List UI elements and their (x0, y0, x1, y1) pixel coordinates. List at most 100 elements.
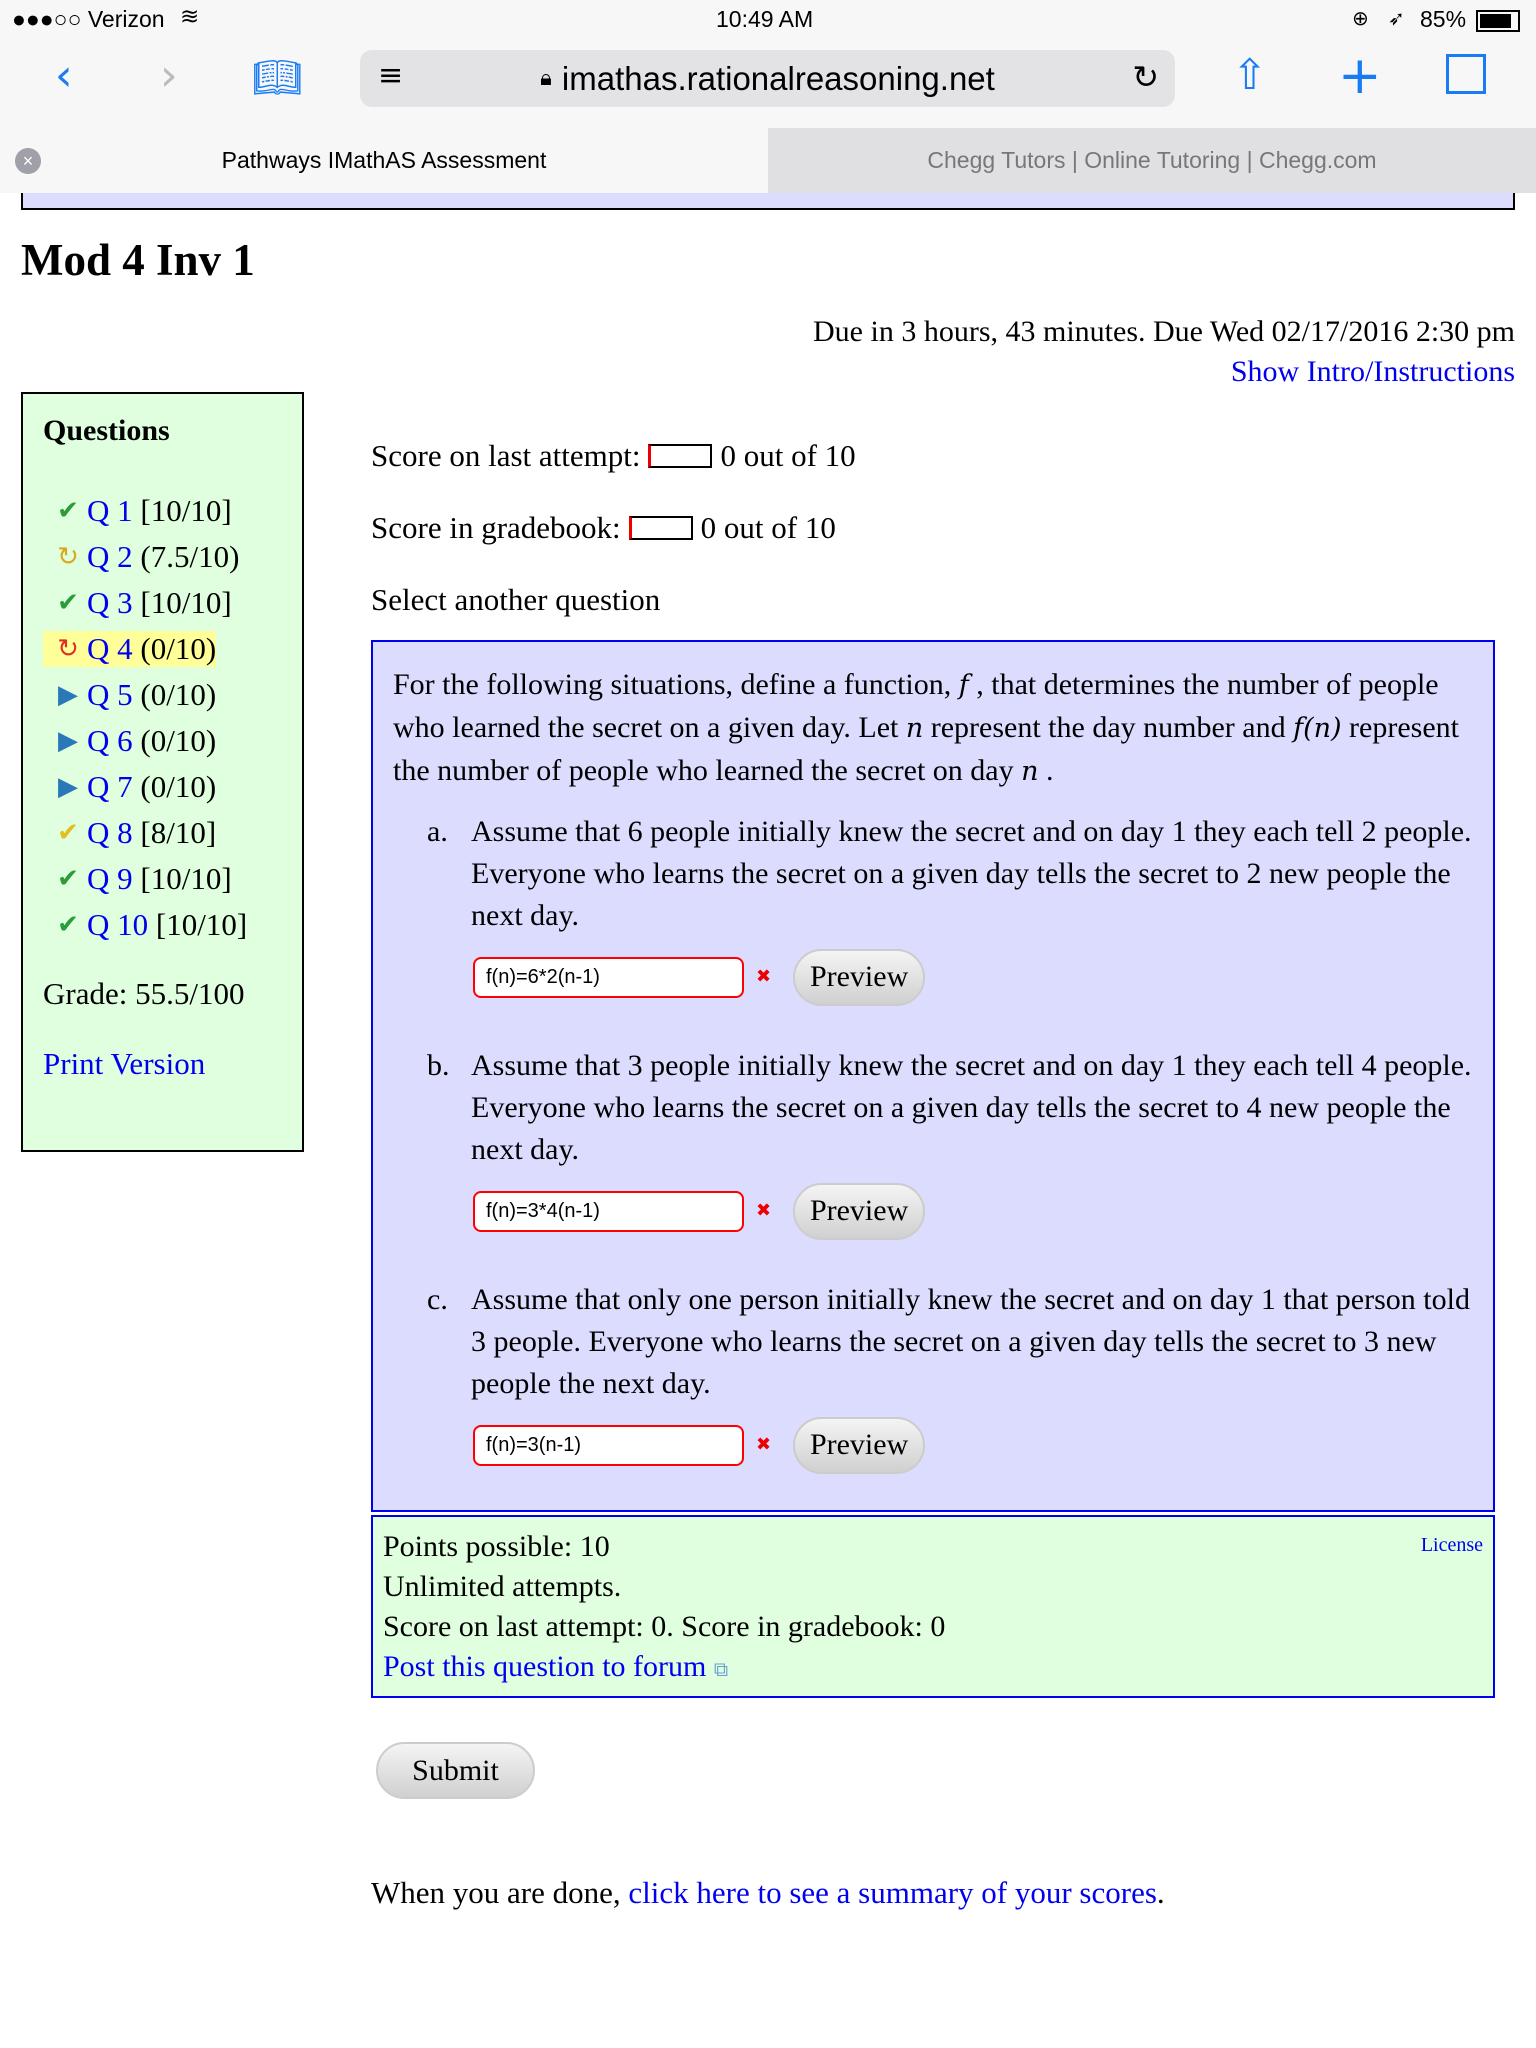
unattempted-icon: ▶ (58, 680, 78, 710)
preview-button[interactable]: Preview (793, 1416, 926, 1474)
check-icon: ✔ (57, 588, 79, 618)
last-attempt-row: Score on last attempt: 0 out of 10 (371, 420, 856, 492)
question-nav-item[interactable]: ✔ Q 8 [8/10] (43, 810, 282, 856)
header-banner (21, 193, 1515, 210)
answer-input[interactable]: f(n)=3(n-1) (473, 1424, 744, 1466)
external-link-icon: ⧉ (713, 1657, 729, 1681)
preview-button[interactable]: Preview (793, 948, 926, 1006)
part-text: Assume that only one person initially kn… (471, 1283, 1470, 1400)
battery-icon (1476, 10, 1520, 32)
license-link[interactable]: License (1421, 1525, 1483, 1565)
points-possible: Points possible: 10 (383, 1530, 610, 1563)
unattempted-icon: ▶ (58, 772, 78, 802)
question-nav-item[interactable]: ▶ Q 5 (0/10) (43, 672, 282, 718)
tab-pathways[interactable]: × Pathways IMathAS Assessment (0, 128, 768, 193)
unattempted-icon: ▶ (58, 726, 78, 756)
due-info: Due in 3 hours, 43 minutes. Due Wed 02/1… (813, 312, 1515, 392)
scores: Score on last attempt: 0. Score in grade… (383, 1610, 946, 1643)
question-link[interactable]: Q 7 (87, 769, 133, 805)
value: 0 out of 10 (720, 438, 856, 473)
question-nav-item[interactable]: ✔ Q 10 [10/10] (43, 902, 282, 948)
question-score: (0/10) (140, 769, 217, 804)
answer-input[interactable]: f(n)=3*4(n-1) (473, 1190, 744, 1232)
reader-icon[interactable]: ≡ (378, 58, 403, 93)
part-label: a. (427, 815, 448, 848)
question-link[interactable]: Q 1 (87, 493, 133, 529)
question-link[interactable]: Q 6 (87, 723, 133, 759)
new-tab-icon[interactable]: + (1338, 46, 1382, 106)
question-part: a. Assume that 6 people initially knew th… (393, 811, 1473, 1007)
tab-label: Pathways IMathAS Assessment (221, 147, 547, 173)
answer-input[interactable]: f(n)=6*2(n-1) (473, 956, 744, 998)
question-score: [8/10] (140, 815, 217, 850)
battery-percent: 85% (1420, 6, 1467, 32)
question-link[interactable]: Q 5 (87, 677, 133, 713)
summary-link[interactable]: click here to see a summary of your scor… (628, 1875, 1157, 1910)
tabs-icon[interactable] (1446, 54, 1486, 94)
attempts: Unlimited attempts. (383, 1570, 622, 1603)
question-nav-item[interactable]: ▶ Q 7 (0/10) (43, 764, 282, 810)
part-text: Assume that 3 people initially knew the … (471, 1049, 1472, 1166)
close-tab-icon[interactable]: × (15, 148, 41, 174)
due-text: Due in 3 hours, 43 minutes. Due Wed 02/1… (813, 315, 1515, 348)
question-link[interactable]: Q 10 (87, 907, 148, 943)
show-intro-link[interactable]: Show Intro/Instructions (1231, 355, 1515, 388)
check-icon: ✔ (57, 496, 79, 526)
status-bar: ●●●○○ Verizon ≋ 10:49 AM ⊕ ➶ 85% (0, 0, 1536, 42)
question-info: License Points possible: 10 Unlimited at… (371, 1515, 1495, 1698)
final-note: When you are done, click here to see a s… (371, 1875, 1165, 1910)
rotation-lock-icon: ⊕ (1352, 6, 1369, 30)
question-link[interactable]: Q 3 (87, 585, 133, 621)
question-nav-item[interactable]: ✔ Q 1 [10/10] (43, 488, 282, 534)
question-part: c. Assume that only one person initially … (393, 1279, 1473, 1475)
reload-icon[interactable]: ↻ (1132, 58, 1159, 96)
value: 0 out of 10 (700, 510, 836, 545)
forward-icon[interactable]: › (160, 50, 178, 101)
incorrect-icon: ✖ (756, 966, 772, 987)
question-score: (7.5/10) (140, 539, 240, 574)
submit-button[interactable]: Submit (376, 1742, 535, 1799)
part-text: Assume that 6 people initially knew the … (471, 815, 1472, 932)
question-nav-item[interactable]: ↻ Q 4 (0/10) (43, 626, 282, 672)
question-intro: For the following situations, define a f… (393, 668, 1459, 787)
score-bar (628, 516, 693, 540)
select-another-question: Select another question (371, 582, 661, 617)
carrier: ●●●○○ Verizon (12, 6, 165, 32)
address-bar[interactable]: ≡ 🔒︎ imathas.rationalreasoning.net ↻ (360, 50, 1175, 107)
forum-link[interactable]: Post this question to forum ⧉ (383, 1650, 728, 1683)
page-title: Mod 4 Inv 1 (21, 235, 255, 285)
grade: Grade: 55.5/100 (43, 976, 245, 1011)
question-score: (0/10) (140, 677, 217, 712)
question-score: [10/10] (140, 585, 232, 620)
question-nav-item[interactable]: ✔ Q 3 [10/10] (43, 580, 282, 626)
part-label: b. (427, 1049, 450, 1082)
retry-icon: ↻ (57, 634, 79, 664)
clock: 10:49 AM (716, 6, 814, 32)
print-version-link[interactable]: Print Version (43, 1046, 282, 1082)
label: Score on last attempt: (371, 438, 641, 473)
question-nav-item[interactable]: ✔ Q 9 [10/10] (43, 856, 282, 902)
question-link[interactable]: Q 8 (87, 815, 133, 851)
question-link[interactable]: Q 2 (87, 539, 133, 575)
questions-sidebar: Questions ✔ Q 1 [10/10] ↻ Q 2 (7.5/10) ✔ Q 3 … (21, 392, 304, 1152)
partial-check-icon: ✔ (57, 818, 79, 848)
question-link[interactable]: Q 9 (87, 861, 133, 897)
question-nav-item[interactable]: ▶ Q 6 (0/10) (43, 718, 282, 764)
back-icon[interactable]: ‹ (55, 50, 73, 101)
score-summary: Score on last attempt: 0 out of 10 Score … (371, 420, 856, 636)
question-link[interactable]: Q 4 (87, 631, 133, 667)
share-icon[interactable]: ⇧ (1232, 50, 1267, 99)
retry-icon: ↻ (57, 542, 79, 572)
question-score: (0/10) (140, 723, 217, 758)
lock-icon: 🔒︎ (540, 66, 552, 91)
question-nav-item[interactable]: ↻ Q 2 (7.5/10) (43, 534, 282, 580)
question-box: For the following situations, define a f… (371, 640, 1495, 1512)
bookmarks-icon[interactable]: 📖︎ (252, 54, 303, 101)
gradebook-row: Score in gradebook: 0 out of 10 (371, 492, 856, 564)
question-score: (0/10) (140, 631, 217, 666)
question-score: [10/10] (140, 493, 232, 528)
preview-button[interactable]: Preview (793, 1182, 926, 1240)
tab-chegg[interactable]: Chegg Tutors | Online Tutoring | Chegg.c… (768, 128, 1536, 193)
tab-label: Chegg Tutors | Online Tutoring | Chegg.c… (927, 147, 1377, 173)
tab-bar: × Pathways IMathAS Assessment Chegg Tuto… (0, 128, 1536, 193)
